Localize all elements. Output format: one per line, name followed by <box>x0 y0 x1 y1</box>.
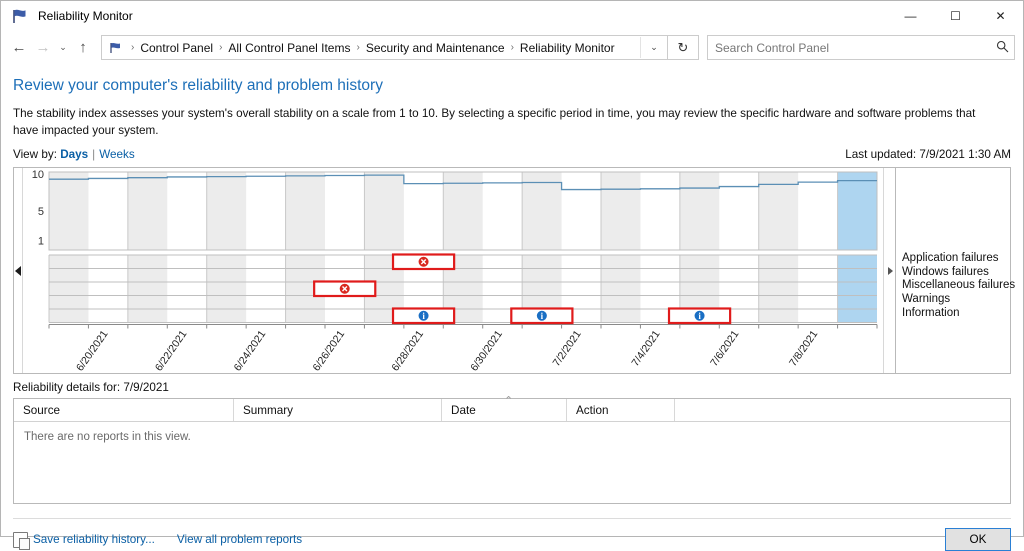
chart-scroll-left-button[interactable] <box>14 168 23 374</box>
view-by-separator: | <box>92 148 96 162</box>
column-header-date-label: Date <box>451 403 476 417</box>
save-document-icon <box>13 531 30 550</box>
svg-text:6/24/2021: 6/24/2021 <box>232 328 269 371</box>
legend-item-windows-failures: Windows failures <box>902 265 989 278</box>
breadcrumb[interactable]: › Control Panel › All Control Panel Item… <box>101 35 668 60</box>
svg-text:10: 10 <box>32 169 44 181</box>
view-by-weeks-link[interactable]: Weeks <box>99 148 135 161</box>
breadcrumb-item-all-control-panel-items[interactable]: All Control Panel Items <box>224 41 354 55</box>
reliability-monitor-window: Reliability Monitor — ☐ ✕ ← → ⌄ ↑ › Cont… <box>0 0 1024 551</box>
content-area: Review your computer's reliability and p… <box>1 77 1023 551</box>
details-label: Reliability details for: 7/9/2021 <box>13 381 169 395</box>
svg-text:6/26/2021: 6/26/2021 <box>310 328 347 371</box>
search-input[interactable] <box>708 40 990 55</box>
breadcrumb-item-security-and-maintenance[interactable]: Security and Maintenance <box>362 41 509 55</box>
triangle-left-icon <box>14 265 21 276</box>
view-by-row: View by: Days | Weeks Last updated: 7/9/… <box>13 148 1011 161</box>
chart-event-marker-information[interactable]: i <box>391 307 456 325</box>
breadcrumb-separator: › <box>510 42 514 53</box>
legend-item-miscellaneous-failures: Miscellaneous failures <box>902 279 1016 292</box>
forward-button[interactable]: → <box>31 36 55 60</box>
svg-text:6/22/2021: 6/22/2021 <box>153 328 190 371</box>
chart-scroll-right-button[interactable] <box>882 168 895 374</box>
maximize-button[interactable]: ☐ <box>933 1 978 31</box>
save-reliability-history-label[interactable]: Save reliability history... <box>33 533 155 546</box>
last-updated: Last updated: 7/9/2021 1:30 AM <box>845 148 1011 161</box>
svg-text:7/2/2021: 7/2/2021 <box>550 328 583 368</box>
chart-plot-area[interactable]: 10 5 1 6/20/2021 6/22/2021 6/24/2021 6/26/2021… <box>23 168 883 373</box>
column-header-summary[interactable]: Summary <box>234 399 442 422</box>
title-bar: Reliability Monitor — ☐ ✕ <box>1 1 1023 31</box>
save-reliability-history-link[interactable]: Save reliability history... <box>13 531 155 550</box>
chart-svg[interactable]: 10 5 1 6/20/2021 6/22/2021 6/24/2021 6/26/2021… <box>23 168 883 371</box>
column-header-source[interactable]: Source <box>14 399 234 422</box>
caption-buttons: — ☐ ✕ <box>888 1 1023 31</box>
last-updated-label: Last updated: <box>845 148 917 162</box>
table-empty-message: There are no reports in this view. <box>24 431 191 444</box>
svg-text:5: 5 <box>38 206 44 218</box>
chart-event-marker-error[interactable] <box>312 280 377 298</box>
flag-icon <box>11 8 31 24</box>
back-button[interactable]: ← <box>7 36 31 60</box>
ok-button[interactable]: OK <box>945 528 1011 551</box>
svg-text:6/30/2021: 6/30/2021 <box>468 328 505 371</box>
window-title: Reliability Monitor <box>38 9 133 23</box>
svg-text:7/8/2021: 7/8/2021 <box>787 328 820 368</box>
refresh-button[interactable]: ↻ <box>668 35 699 60</box>
view-by-label: View by: <box>13 148 57 162</box>
page-description: The stability index assesses your system… <box>13 107 976 137</box>
svg-text:6/28/2021: 6/28/2021 <box>389 328 426 371</box>
search-icon[interactable] <box>990 40 1014 56</box>
view-all-problem-reports-link[interactable]: View all problem reports <box>177 533 302 546</box>
breadcrumb-separator: › <box>131 42 135 53</box>
triangle-right-icon <box>887 266 893 275</box>
legend-item-application-failures: Application failures <box>902 252 999 265</box>
chart-legend: Application failures Windows failures Mi… <box>895 168 1016 374</box>
breadcrumb-item-control-panel[interactable]: Control Panel <box>136 41 217 55</box>
view-by-days-link[interactable]: Days <box>60 148 88 161</box>
chart-event-marker-information[interactable]: i <box>510 307 574 325</box>
footer: Save reliability history... View all pro… <box>13 519 1011 551</box>
address-bar: ← → ⌄ ↑ › Control Panel › All Control Pa… <box>1 31 1023 64</box>
column-header-action[interactable]: Action <box>567 399 675 422</box>
up-button[interactable]: ↑ <box>71 36 95 60</box>
search-box[interactable] <box>707 35 1015 60</box>
recent-locations-button[interactable]: ⌄ <box>55 36 71 60</box>
column-header-filler <box>675 399 1010 421</box>
svg-text:7/4/2021: 7/4/2021 <box>629 328 662 368</box>
breadcrumb-separator: › <box>356 42 360 53</box>
sort-ascending-icon: ⌃ <box>504 395 514 408</box>
chart-event-marker-information[interactable]: i <box>667 307 732 325</box>
close-button[interactable]: ✕ <box>978 1 1023 31</box>
legend-item-information: Information <box>902 306 960 319</box>
breadcrumb-separator: › <box>219 42 223 53</box>
chevron-down-icon[interactable]: ⌄ <box>640 37 667 58</box>
last-updated-value: 7/9/2021 1:30 AM <box>919 148 1011 162</box>
reliability-chart: 10 5 1 6/20/2021 6/22/2021 6/24/2021 6/26/2021… <box>13 167 1016 375</box>
svg-text:6/20/2021: 6/20/2021 <box>74 328 111 371</box>
svg-text:1: 1 <box>38 236 44 248</box>
svg-text:7/6/2021: 7/6/2021 <box>708 328 741 368</box>
details-table: Source Summary ⌃ Date Action There are n… <box>13 395 1011 505</box>
breadcrumb-item-reliability-monitor[interactable]: Reliability Monitor <box>516 41 619 55</box>
table-header-row: Source Summary ⌃ Date Action <box>14 395 1010 423</box>
minimize-button[interactable]: — <box>888 1 933 31</box>
legend-item-warnings: Warnings <box>902 293 951 305</box>
breadcrumb-flag-icon <box>109 42 124 54</box>
column-header-date[interactable]: ⌃ Date <box>442 395 567 422</box>
chart-event-marker-error[interactable] <box>391 253 456 271</box>
page-title: Review your computer's reliability and p… <box>13 77 383 94</box>
